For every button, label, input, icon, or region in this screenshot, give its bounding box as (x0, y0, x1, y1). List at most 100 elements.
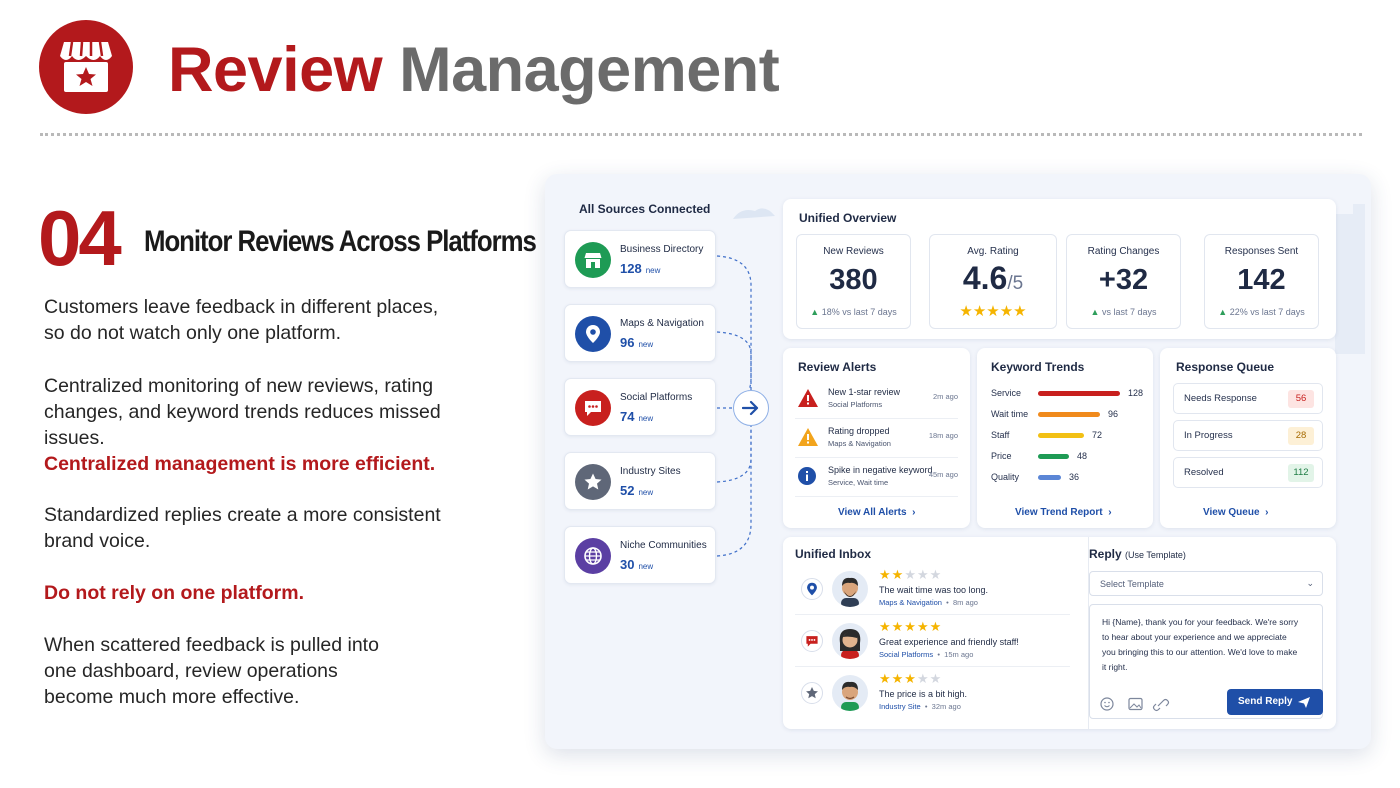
metric-delta: ▲ 22% vs last 7 days (1218, 307, 1305, 317)
source-maps-navigation[interactable]: Maps & Navigation 96 new (564, 304, 716, 362)
paragraph-3: Standardized replies create a more consi… (44, 504, 441, 552)
metric-value: 4.6/5 (962, 260, 1024, 296)
keyword-row: Staff 72 (991, 427, 1151, 447)
metric-value: 380 (829, 264, 878, 296)
keyword-label: Quality (991, 472, 1020, 482)
alert-row[interactable]: New 1-star review Social Platforms 2m ag… (795, 381, 958, 419)
source-name: Social Platforms (620, 392, 693, 403)
paragraph-4-emphasis: Do not rely on one platform. (44, 582, 305, 604)
send-reply-button[interactable]: Send Reply (1227, 689, 1323, 715)
message-text: The price is a bit high. (879, 689, 968, 699)
inbox-message[interactable]: ★★★★★ Great experience and friendly staf… (795, 617, 1070, 667)
alert-row[interactable]: Spike in negative keyword Service, Wait … (795, 459, 958, 497)
sources-title: All Sources Connected (579, 202, 711, 216)
reply-title: Reply (Use Template) (1089, 547, 1186, 561)
metric-new-reviews: New Reviews 380 ▲ 18% vs last 7 days (796, 234, 911, 329)
unified-inbox-card: Unified Inbox ★★★★★ The wait time was to… (783, 537, 1336, 729)
source-niche-communities[interactable]: Niche Communities 30 new (564, 526, 716, 584)
image-icon[interactable] (1128, 697, 1143, 711)
alert-age: 18m ago (928, 431, 958, 440)
source-industry-sites[interactable]: Industry Sites 52 new (564, 452, 716, 510)
paragraph-2: Centralized monitoring of new reviews, r… (44, 373, 464, 477)
queue-label: Needs Response (1184, 393, 1257, 404)
message-text: Great experience and friendly staff! (879, 637, 1019, 647)
source-name: Industry Sites (620, 466, 681, 477)
keyword-row: Wait time 96 (991, 406, 1151, 426)
rating-stars: ★★★★★ (959, 303, 1027, 320)
sync-arrow-icon (733, 390, 769, 426)
avatar (832, 623, 868, 659)
metric-responses-sent: Responses Sent 142 ▲ 22% vs last 7 days (1204, 234, 1319, 329)
response-queue-card: Response Queue Needs Response 56 In Prog… (1160, 348, 1336, 528)
alert-title: Spike in negative keyword (828, 465, 933, 475)
alert-row[interactable]: Rating dropped Maps & Navigation 18m ago (795, 420, 958, 458)
link-icon[interactable] (1152, 698, 1170, 712)
keyword-count: 72 (1092, 430, 1103, 440)
template-select[interactable]: Select Template ⌄ (1089, 571, 1323, 596)
error-triangle-icon (798, 389, 818, 407)
alert-source: Maps & Navigation (828, 439, 891, 448)
chat-bubble-icon (575, 390, 611, 426)
review-alerts-card: Review Alerts New 1-star review Social P… (783, 348, 970, 528)
section-heading: Monitor Reviews Across Platforms (144, 225, 537, 258)
trend-up-icon: ▲ (1218, 307, 1228, 317)
metric-delta: ▲ vs last 7 days (1090, 307, 1157, 317)
source-count: 128 new (620, 261, 661, 276)
reply-text: Hi {Name}, thank you for your feedback. … (1102, 617, 1299, 672)
queue-row-resolved[interactable]: Resolved 112 (1173, 457, 1323, 488)
warning-triangle-icon (798, 428, 818, 446)
queue-count-badge: 112 (1288, 464, 1314, 482)
keyword-label: Staff (991, 430, 1010, 440)
view-queue-link[interactable]: View Queue › (1203, 507, 1268, 518)
keyword-bar (1038, 433, 1084, 438)
alert-title: New 1-star review (828, 387, 901, 397)
star-icon (801, 682, 823, 704)
message-text: The wait time was too long. (879, 585, 989, 595)
keyword-trends-card: Keyword Trends Service 128 Wait time 96 Staf… (977, 348, 1153, 528)
slide: Review Management 04 Monitor Reviews Acr… (0, 0, 1400, 788)
keyword-row: Quality 36 (991, 469, 1151, 489)
view-trend-report-link[interactable]: View Trend Report › (1015, 507, 1112, 518)
keyword-label: Service (991, 388, 1022, 398)
unified-overview-card: Unified Overview New Reviews 380 ▲ 18% v… (783, 199, 1336, 339)
map-pin-icon (801, 578, 823, 600)
metric-label: Rating Changes (1087, 246, 1160, 257)
source-name: Maps & Navigation (620, 318, 704, 329)
inbox-message[interactable]: ★★★★★ The wait time was too long. Maps &… (795, 565, 1070, 615)
overview-title: Unified Overview (799, 211, 897, 225)
source-count: 96 new (620, 335, 654, 350)
reply-panel: Reply (Use Template) Select Template ⌄ H… (1088, 537, 1336, 729)
inbox-title: Unified Inbox (795, 547, 871, 561)
keyword-bar (1038, 454, 1069, 459)
metric-label: New Reviews (823, 246, 884, 257)
metric-label: Avg. Rating (967, 246, 1019, 257)
emoji-icon[interactable] (1100, 697, 1114, 711)
source-business-directory[interactable]: Business Directory 128 new (564, 230, 716, 288)
dashboard-panel: All Sources Connected Business Directory… (545, 174, 1371, 749)
globe-icon (575, 538, 611, 574)
reply-textarea[interactable]: Hi {Name}, thank you for your feedback. … (1089, 604, 1323, 719)
source-social-platforms[interactable]: Social Platforms 74 new (564, 378, 716, 436)
queue-row-in-progress[interactable]: In Progress 28 (1173, 420, 1323, 451)
inbox-message[interactable]: ★★★★★ The price is a bit high. Industry … (795, 669, 1070, 719)
keyword-count: 48 (1077, 451, 1088, 461)
divider (40, 133, 1362, 136)
message-stars: ★★★★★ (879, 567, 943, 582)
view-all-alerts-link[interactable]: View All Alerts › (838, 507, 915, 518)
page-title: Review Management (168, 35, 780, 105)
message-meta: Industry Site • 32m ago (879, 702, 961, 711)
queue-row-needs-response[interactable]: Needs Response 56 (1173, 383, 1323, 414)
queue-label: Resolved (1184, 467, 1224, 478)
metric-avg-rating: Avg. Rating 4.6/5 ★★★★★ (929, 234, 1057, 329)
reply-toolbar (1100, 697, 1170, 712)
keyword-label: Price (991, 451, 1012, 461)
alerts-title: Review Alerts (798, 360, 877, 374)
trend-up-icon: ▲ (1090, 307, 1100, 317)
queue-count-badge: 56 (1288, 390, 1314, 408)
keyword-count: 36 (1069, 472, 1080, 482)
trend-up-icon: ▲ (810, 307, 820, 317)
metric-rating-changes: Rating Changes +32 ▲ vs last 7 days (1066, 234, 1181, 329)
chat-bubble-icon (801, 630, 823, 652)
source-count: 30 new (620, 557, 654, 572)
alert-source: Social Platforms (828, 400, 883, 409)
